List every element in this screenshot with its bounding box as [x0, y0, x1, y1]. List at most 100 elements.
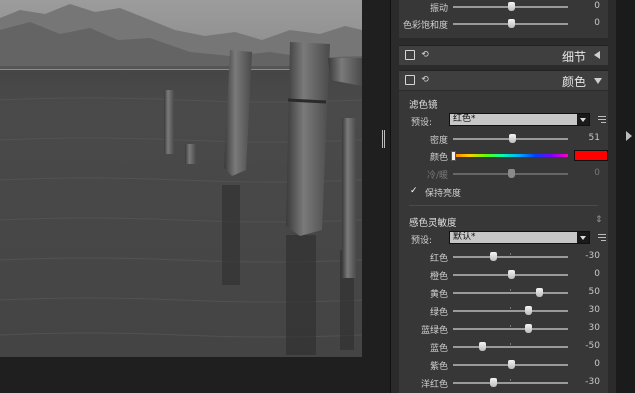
channel-slider-row[interactable]: 红色 -30 [399, 250, 608, 264]
filter-color-label: 颜色 [429, 153, 448, 163]
density-label: 密度 [429, 136, 448, 146]
channel-track[interactable] [453, 306, 568, 315]
channel-thumb[interactable] [507, 360, 515, 369]
filter-preset-label: 预设: [411, 118, 433, 128]
color-saturation-section: 振动 0 色彩饱和度 0 [399, 0, 608, 38]
color-section-header[interactable]: ⟲ 颜色 [399, 70, 608, 90]
warmth-track[interactable] [453, 169, 568, 178]
density-slider-row[interactable]: 密度 51 [399, 132, 608, 146]
channel-slider-row[interactable]: 洋红色 -30 [399, 376, 608, 390]
channel-thumb[interactable] [524, 306, 532, 315]
color-section-body: 滤色镜 预设: 红色* 密度 51 颜色 冷/暖 0 ✓ 保持亮度 感色灵敏度 … [399, 91, 608, 393]
vibrance-thumb[interactable] [507, 2, 515, 11]
channel-value[interactable]: -50 [585, 341, 600, 351]
toggle-preview-icon[interactable] [405, 75, 415, 85]
vibrance-label: 振动 [429, 4, 448, 14]
photo-canvas-area [0, 0, 384, 393]
channel-thumb[interactable] [536, 288, 544, 297]
channel-slider-row[interactable]: 紫色 0 [399, 358, 608, 372]
reset-icon[interactable]: ⟲ [420, 75, 430, 85]
chevron-down-icon[interactable] [577, 114, 589, 125]
collapse-left-icon[interactable] [594, 51, 600, 59]
sensitivity-preset-value: 默认* [453, 232, 476, 242]
vibrance-slider-row[interactable]: 振动 0 [399, 0, 608, 14]
channel-value[interactable]: -30 [585, 377, 600, 387]
density-track[interactable] [453, 134, 568, 143]
channel-track[interactable] [453, 270, 568, 279]
density-value[interactable]: 51 [589, 133, 600, 143]
detail-section-header[interactable]: ⟲ 细节 [399, 45, 608, 65]
filter-color-row[interactable]: 颜色 [399, 149, 608, 163]
channel-track[interactable] [453, 252, 568, 261]
vibrance-value[interactable]: 0 [594, 1, 600, 11]
filter-preset-dropdown[interactable]: 红色* [449, 113, 590, 126]
lake-with-wooden-posts-image [0, 0, 362, 357]
filter-preset-menu-icon[interactable] [598, 116, 606, 124]
channel-track[interactable] [453, 378, 568, 387]
channel-label: 橙色 [429, 272, 448, 282]
channel-thumb[interactable] [507, 270, 515, 279]
channel-slider-row[interactable]: 黄色 50 [399, 286, 608, 300]
saturation-track[interactable] [453, 19, 568, 28]
channel-label: 黄色 [429, 290, 448, 300]
sensitivity-preset-menu-icon[interactable] [598, 234, 606, 242]
saturation-slider-row[interactable]: 色彩饱和度 0 [399, 17, 608, 31]
adjustment-panel: 振动 0 色彩饱和度 0 ⟲ 细节 ⟲ 颜色 滤色镜 预设: 红色* 密度 51… [390, 0, 616, 393]
saturation-thumb[interactable] [507, 19, 515, 28]
channel-label: 绿色 [429, 308, 448, 318]
channel-slider-row[interactable]: 绿色 30 [399, 304, 608, 318]
expand-right-icon[interactable] [626, 131, 632, 141]
filter-title: 滤色镜 [409, 100, 438, 111]
channel-slider-row[interactable]: 橙色 0 [399, 268, 608, 282]
channel-slider-row[interactable]: 蓝色 -50 [399, 340, 608, 354]
saturation-value[interactable]: 0 [594, 18, 600, 28]
warmth-label: 冷/暖 [426, 171, 448, 181]
expand-down-icon[interactable] [594, 78, 602, 84]
channel-value[interactable]: 0 [594, 359, 600, 369]
channel-value[interactable]: 50 [589, 287, 600, 297]
hue-thumb[interactable] [451, 151, 456, 161]
channel-track[interactable] [453, 360, 568, 369]
photo-preview [0, 0, 362, 357]
channel-track[interactable] [453, 324, 568, 333]
channel-slider-row[interactable]: 蓝绿色 30 [399, 322, 608, 336]
channel-value[interactable]: -30 [585, 251, 600, 261]
warmth-value[interactable]: 0 [594, 168, 600, 178]
density-thumb[interactable] [508, 134, 516, 143]
channel-track[interactable] [453, 342, 568, 351]
keep-luminance-label: 保持亮度 [425, 189, 462, 199]
channel-thumb[interactable] [524, 324, 532, 333]
channel-label: 蓝色 [429, 344, 448, 354]
detail-section-title: 细节 [561, 50, 586, 64]
channel-label: 红色 [429, 254, 448, 264]
channel-label: 紫色 [429, 362, 448, 372]
filter-color-swatch[interactable] [574, 150, 608, 161]
color-section-title: 颜色 [561, 75, 586, 89]
saturation-label: 色彩饱和度 [402, 21, 448, 31]
hue-slider[interactable] [451, 151, 568, 161]
channel-track[interactable] [453, 288, 568, 297]
channel-value[interactable]: 30 [589, 305, 600, 315]
panel-resize-handle[interactable] [382, 130, 386, 148]
channel-value[interactable]: 30 [589, 323, 600, 333]
sensitivity-preset-label: 预设: [411, 236, 433, 246]
sensitivity-preset-dropdown[interactable]: 默认* [449, 231, 590, 244]
toggle-preview-icon[interactable] [405, 50, 415, 60]
channel-label: 蓝绿色 [420, 326, 448, 336]
channel-value[interactable]: 0 [594, 269, 600, 279]
section-divider [409, 205, 598, 206]
right-edge-strip [616, 0, 635, 393]
sensitivity-title: 感色灵敏度 [409, 218, 457, 229]
vibrance-track[interactable] [453, 2, 568, 11]
sensitivity-collapse-icon[interactable]: ⇕ [595, 215, 603, 225]
channel-thumb[interactable] [478, 342, 486, 351]
chevron-down-icon[interactable] [577, 232, 589, 243]
filter-preset-value: 红色* [453, 114, 476, 124]
keep-luminance-checkbox[interactable]: ✓ [410, 187, 418, 196]
warmth-slider-row[interactable]: 冷/暖 0 [399, 167, 608, 181]
channel-thumb[interactable] [490, 378, 498, 387]
warmth-thumb[interactable] [507, 169, 515, 178]
channel-thumb[interactable] [490, 252, 498, 261]
channel-label: 洋红色 [420, 380, 448, 390]
reset-icon[interactable]: ⟲ [420, 50, 430, 60]
